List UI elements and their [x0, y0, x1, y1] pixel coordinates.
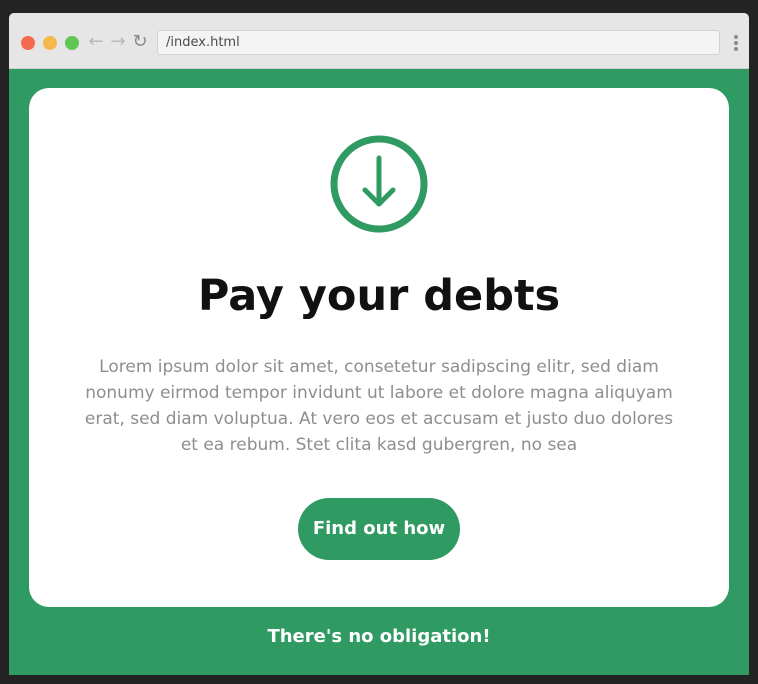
maximize-window-button[interactable]: [65, 36, 79, 50]
obligation-note: There's no obligation!: [267, 626, 491, 647]
download-arrow-icon: [330, 135, 428, 233]
vertical-dots-icon[interactable]: [733, 35, 739, 51]
arrow-left-icon[interactable]: ←: [86, 31, 106, 53]
minimize-window-button[interactable]: [43, 36, 57, 50]
browser-toolbar: ← → ↻ /index.html: [9, 13, 749, 69]
content-card: Pay your debts Lorem ipsum dolor sit ame…: [29, 88, 729, 607]
arrow-right-icon[interactable]: →: [108, 31, 128, 53]
page-title: Pay your debts: [197, 271, 561, 321]
reload-icon[interactable]: ↻: [130, 31, 150, 53]
address-bar[interactable]: /index.html: [157, 30, 720, 55]
description-text: Lorem ipsum dolor sit amet, consetetur s…: [84, 357, 674, 455]
browser-window: ← → ↻ /index.html Pay your debts Lorem i…: [9, 13, 749, 675]
close-window-button[interactable]: [21, 36, 35, 50]
find-out-how-button[interactable]: Find out how: [298, 498, 460, 560]
